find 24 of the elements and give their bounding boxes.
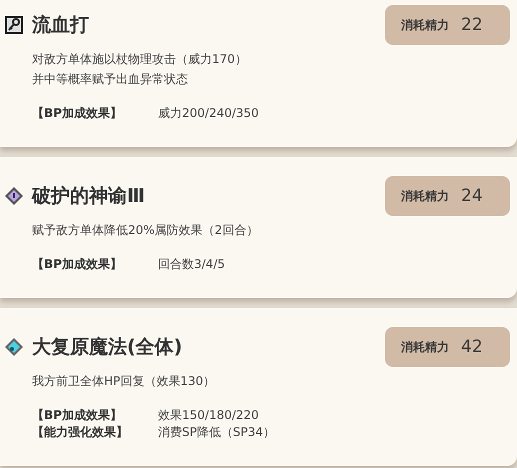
skill-description: 我方前卫全体HP回复（效果130） bbox=[32, 373, 216, 390]
effect-value: 威力200/240/350 bbox=[158, 105, 259, 122]
skill-name: 流血打 bbox=[32, 13, 90, 38]
skill-name: 大复原魔法(全体) bbox=[32, 335, 184, 360]
effect-value: 消费SP降低（SP34） bbox=[158, 424, 275, 441]
skill-description: 赋予敌方单体降低20%属防效果（2回合） bbox=[32, 222, 260, 239]
skill-description: 对敌方单体施以杖物理攻击（威力170） bbox=[32, 51, 248, 68]
effect-label: 【BP加成效果】 bbox=[32, 407, 123, 424]
effect-value: 回合数3/4/5 bbox=[158, 256, 225, 273]
effect-value: 效果150/180/220 bbox=[158, 407, 259, 424]
cost-value: 42 bbox=[461, 337, 483, 357]
diamond-icon bbox=[4, 337, 24, 357]
effect-label: 【BP加成效果】 bbox=[32, 256, 123, 273]
cost-label: 消耗精力 bbox=[401, 16, 449, 34]
key-icon bbox=[4, 15, 24, 35]
cost-value: 22 bbox=[461, 15, 483, 35]
diamond-icon bbox=[4, 186, 24, 206]
skill-description: 并中等概率赋予出血异常状态 bbox=[32, 71, 189, 88]
cost-label: 消耗精力 bbox=[401, 338, 449, 356]
effect-label: 【BP加成效果】 bbox=[32, 105, 123, 122]
effect-label: 【能力强化效果】 bbox=[32, 424, 129, 441]
cost-value: 24 bbox=[461, 186, 483, 206]
skill-name: 破护的神谕Ⅲ bbox=[32, 184, 146, 209]
cost-label: 消耗精力 bbox=[401, 188, 449, 204]
